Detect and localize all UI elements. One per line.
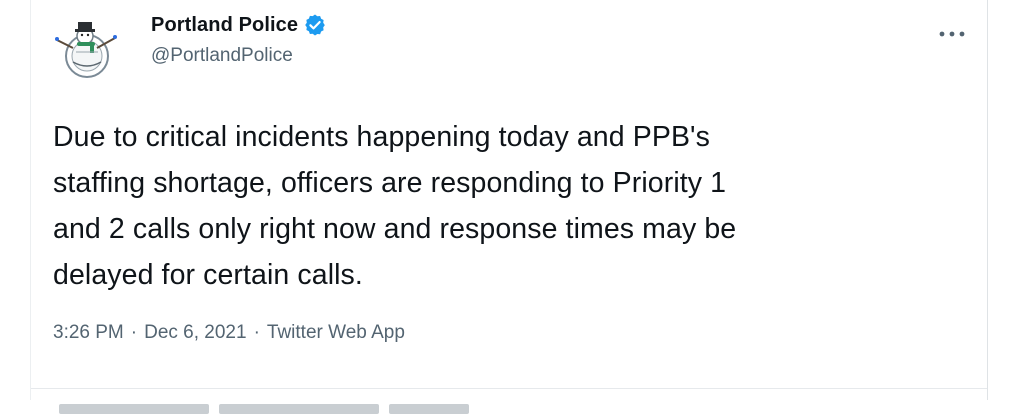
snowman-avatar-icon xyxy=(55,22,117,78)
quote-tweets-stat-cropped xyxy=(219,404,379,414)
account-info: Portland Police @PortlandPolice xyxy=(151,12,327,67)
engagement-stats-cropped xyxy=(59,404,469,416)
name-row: Portland Police xyxy=(151,12,327,38)
tweet-text: Due to critical incidents happening toda… xyxy=(53,121,737,291)
tweet-metadata: 3:26 PM · Dec 6, 2021 · Twitter Web App xyxy=(53,322,405,344)
tweet-date[interactable]: Dec 6, 2021 xyxy=(144,322,246,344)
account-handle[interactable]: @PortlandPolice xyxy=(151,45,327,67)
tweet-source[interactable]: Twitter Web App xyxy=(267,322,405,344)
meta-separator: · xyxy=(253,322,260,343)
meta-separator: · xyxy=(130,322,138,343)
more-options-icon xyxy=(939,31,965,37)
display-name[interactable]: Portland Police xyxy=(151,14,298,37)
tweet-card: Portland Police @PortlandPolice Due to c… xyxy=(30,0,988,414)
retweets-stat-cropped xyxy=(59,404,209,414)
likes-stat-cropped xyxy=(389,404,469,414)
tweet-time[interactable]: 3:26 PM xyxy=(53,322,124,344)
tweet-header: Portland Police @PortlandPolice xyxy=(51,10,981,82)
divider xyxy=(31,388,987,389)
avatar[interactable] xyxy=(51,10,123,82)
verified-badge-icon xyxy=(303,13,327,37)
more-options-button[interactable] xyxy=(935,24,969,44)
